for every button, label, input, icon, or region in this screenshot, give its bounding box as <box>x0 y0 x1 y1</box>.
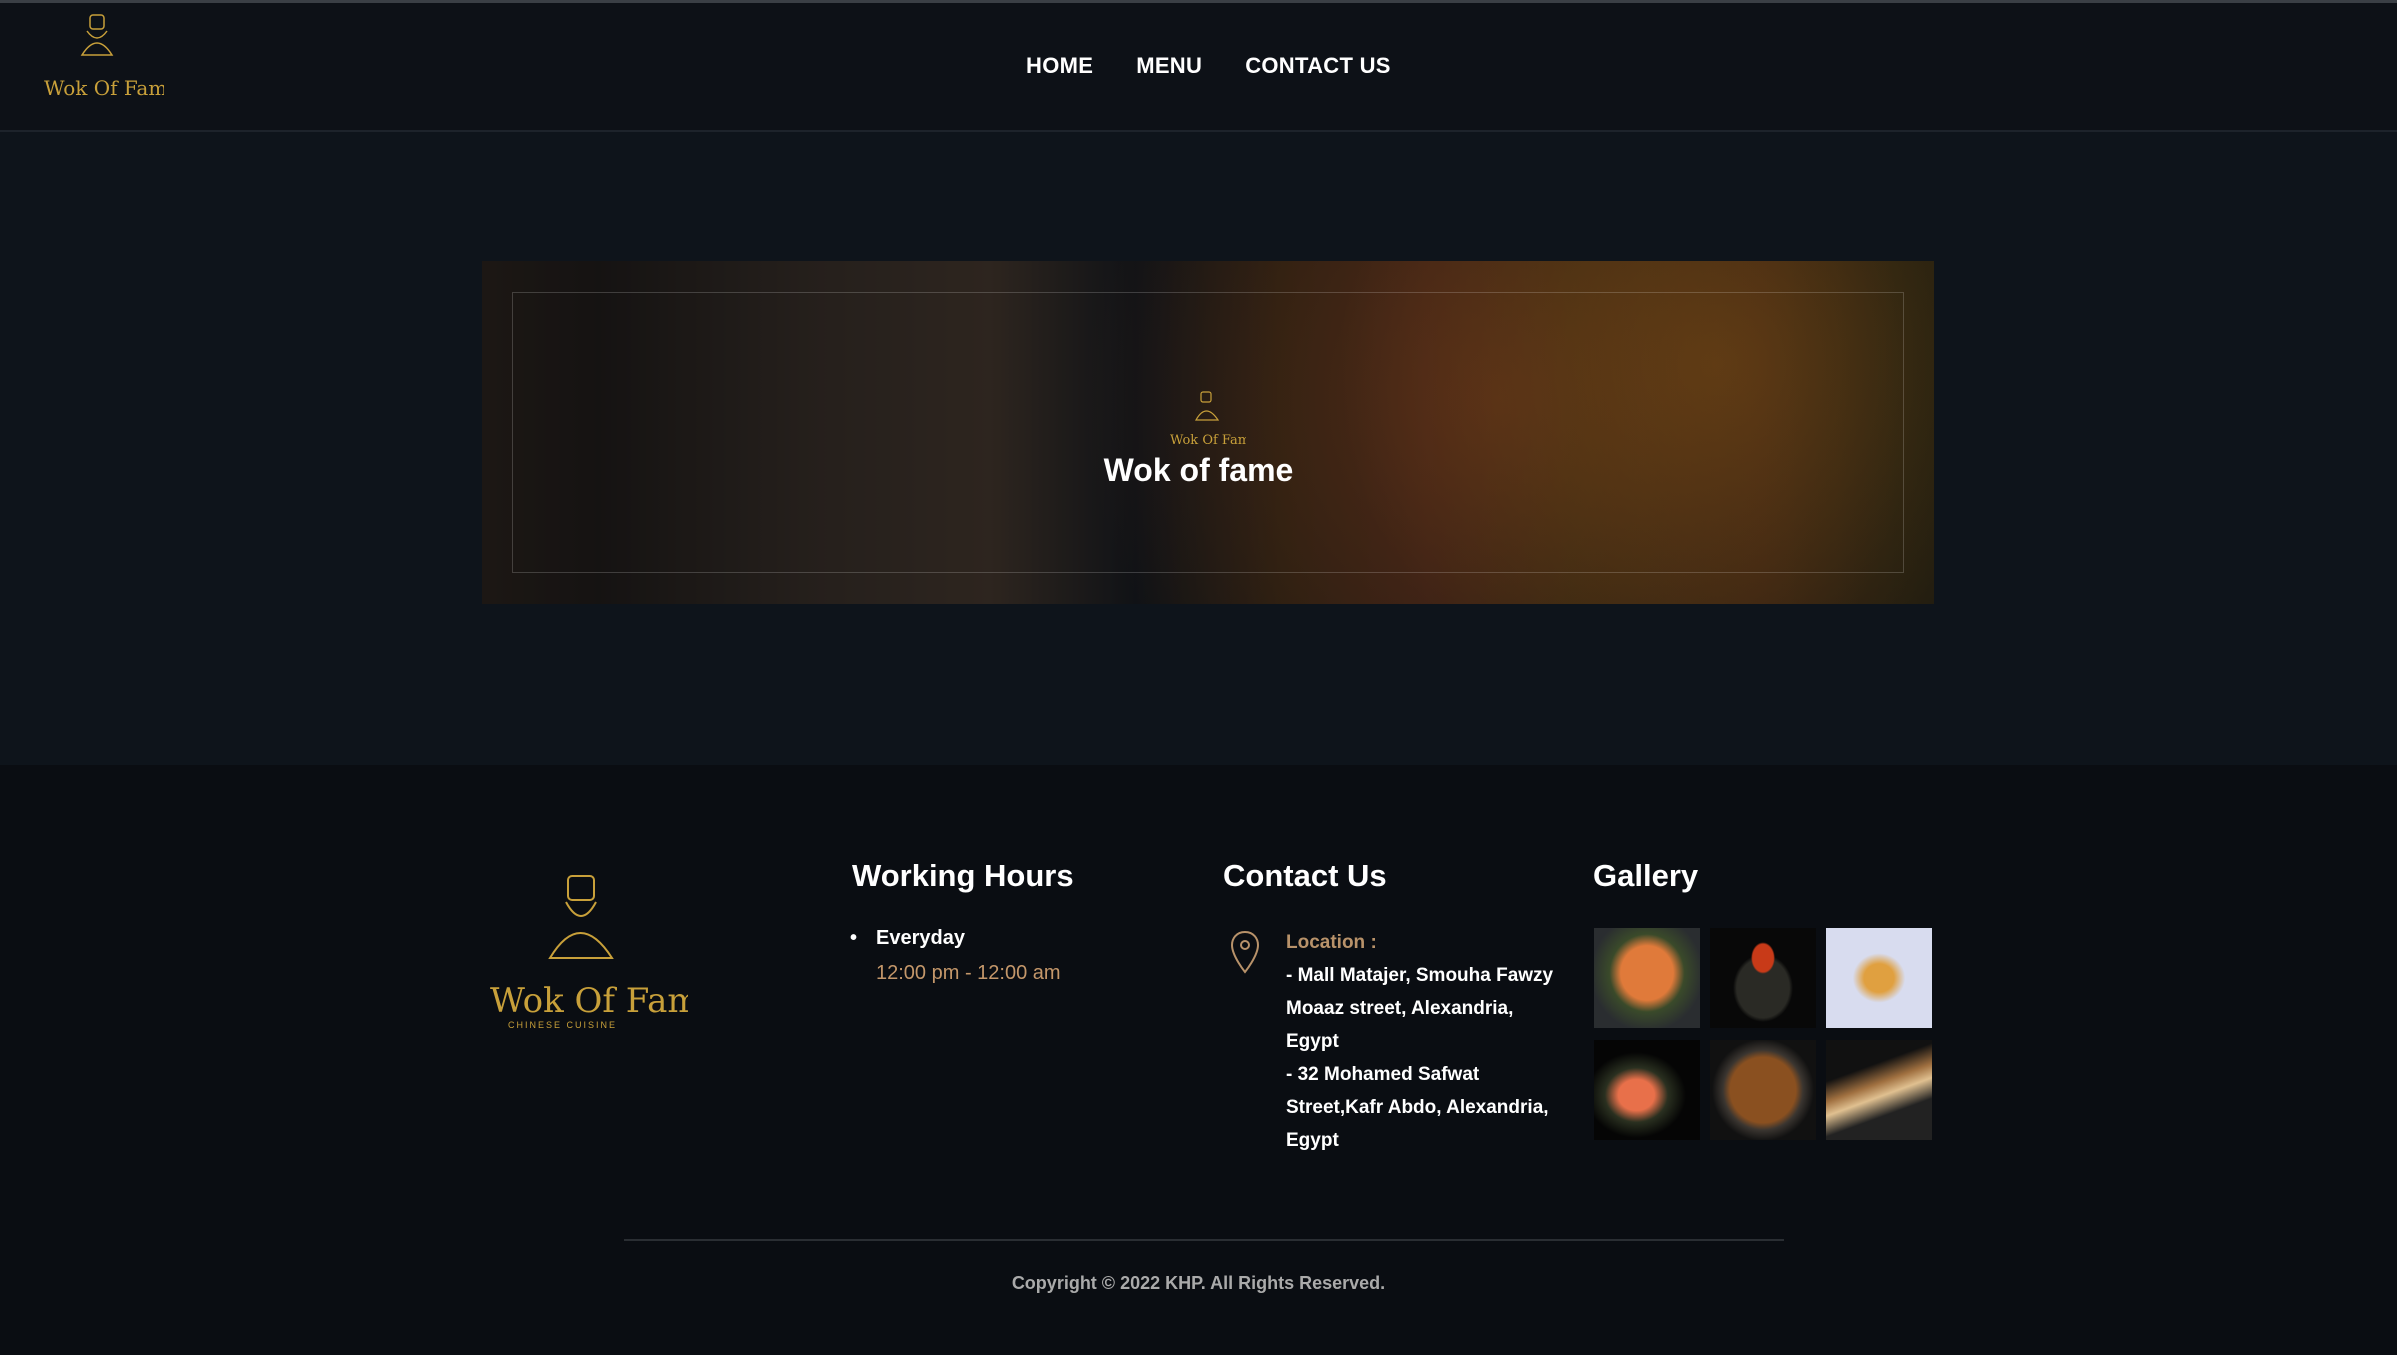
gallery-image-salmon-temaki[interactable] <box>1594 1040 1700 1140</box>
gallery-title: Gallery <box>1593 858 1699 893</box>
address-2: - 32 Mohamed Safwat Street,Kafr Abdo, Al… <box>1286 1064 1549 1151</box>
working-day-label: Everyday <box>876 927 965 949</box>
footer <box>0 765 2397 1355</box>
svg-text:Wok Of Fame: Wok Of Fame <box>44 76 164 100</box>
address-1: - Mall Matajer, Smouha Fawzy Moaaz stree… <box>1286 965 1554 1052</box>
location-label: Location : <box>1286 932 1377 953</box>
gallery-image-ikura-gunkan[interactable] <box>1710 928 1816 1028</box>
contact-details: Location : - Mall Matajer, Smouha Fawzy … <box>1286 926 1566 1157</box>
hero-title: Wok of fame <box>1103 452 1294 488</box>
hero-logo: Wok Of Fame <box>1170 391 1246 448</box>
footer-divider <box>624 1239 1784 1241</box>
gallery-image-noodles[interactable] <box>1710 1040 1816 1140</box>
main-nav: HOME MENU CONTACT US <box>1026 53 1391 79</box>
footer-logo: Wok Of Fame CHINESE CUISINE <box>490 875 688 1030</box>
nav-contact-us[interactable]: CONTACT US <box>1245 53 1391 79</box>
working-time: 12:00 pm - 12:00 am <box>876 962 1061 984</box>
logo[interactable]: Wok Of Fame <box>42 11 164 107</box>
contact-title: Contact Us <box>1223 858 1387 893</box>
nav-menu[interactable]: MENU <box>1136 53 1202 79</box>
copyright: Copyright © 2022 KHP. All Rights Reserve… <box>1011 1273 1386 1293</box>
svg-text:Wok Of Fame: Wok Of Fame <box>490 981 688 1021</box>
working-hours-title: Working Hours <box>852 858 1074 893</box>
working-day: Everyday <box>850 927 965 950</box>
nav-home[interactable]: HOME <box>1026 53 1093 79</box>
svg-text:CHINESE CUISINE: CHINESE CUISINE <box>508 1020 617 1030</box>
header: Wok Of Fame HOME MENU CONTACT US <box>0 0 2397 132</box>
gallery-image-salmon-nigiri[interactable] <box>1594 928 1700 1028</box>
gallery-grid <box>1594 928 1932 1140</box>
svg-text:Wok Of Fame: Wok Of Fame <box>1170 433 1246 448</box>
gallery-image-sushi-roll[interactable] <box>1826 1040 1932 1140</box>
gallery-image-fried-shrimp[interactable] <box>1826 928 1932 1028</box>
location-pin-icon <box>1230 930 1260 974</box>
